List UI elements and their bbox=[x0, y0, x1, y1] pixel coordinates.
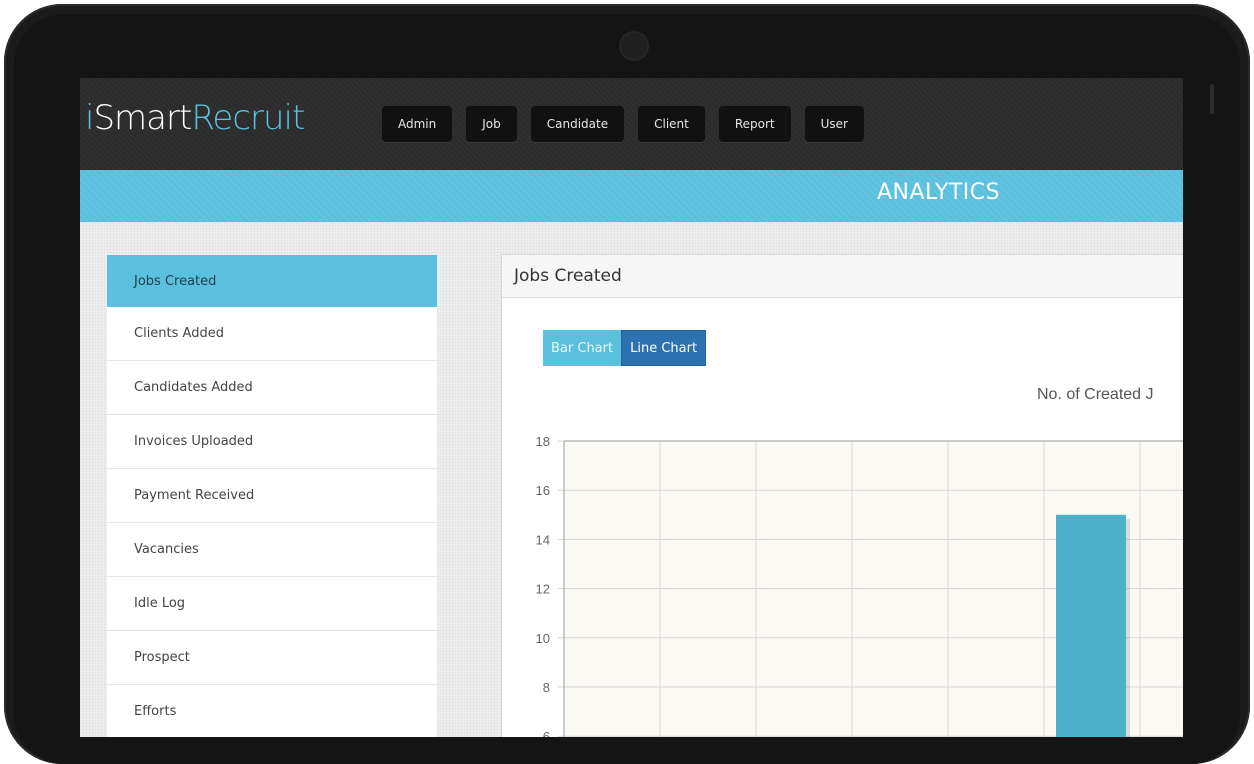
page-title: ANALYTICS bbox=[877, 180, 1001, 205]
logo-smart: Smart bbox=[93, 98, 192, 138]
sidebar-item-efforts[interactable]: Efforts bbox=[107, 685, 437, 737]
chart-type-toggle: Bar Chart Line Chart bbox=[543, 330, 707, 366]
sidebar-item-clients-added[interactable]: Clients Added bbox=[107, 307, 437, 361]
panel-title: Jobs Created bbox=[502, 255, 1183, 298]
y-tick-label: 10 bbox=[536, 631, 550, 646]
nav-report-button[interactable]: Report bbox=[718, 106, 791, 142]
nav-job-button[interactable]: Job bbox=[466, 106, 517, 142]
top-navbar: i Smart Recruit Admin Job Candidate Clie… bbox=[80, 78, 1183, 170]
app-screen: i Smart Recruit Admin Job Candidate Clie… bbox=[80, 78, 1183, 737]
jobs-bar-chart: 6 8 10 12 14 16 18 bbox=[536, 434, 1183, 737]
brand-logo[interactable]: i Smart Recruit bbox=[85, 98, 305, 138]
logo-i: i bbox=[85, 98, 95, 138]
sidebar-item-idle-log[interactable]: Idle Log bbox=[107, 577, 437, 631]
main-nav: Admin Job Candidate Client Report User bbox=[382, 106, 864, 142]
nav-admin-button[interactable]: Admin bbox=[382, 106, 453, 142]
bar-chart-button[interactable]: Bar Chart bbox=[543, 330, 622, 366]
chart-panel: Jobs Created Bar Chart Line Chart No. of… bbox=[501, 254, 1183, 737]
y-tick-label: 18 bbox=[536, 434, 550, 449]
sidebar-item-candidates-added[interactable]: Candidates Added bbox=[107, 361, 437, 415]
content-area: Jobs Created Clients Added Candidates Ad… bbox=[80, 222, 1183, 737]
y-tick-label: 16 bbox=[536, 483, 550, 498]
y-tick-label: 8 bbox=[543, 680, 550, 695]
tablet-side-button bbox=[1210, 84, 1214, 114]
report-sidebar: Jobs Created Clients Added Candidates Ad… bbox=[107, 255, 437, 737]
nav-client-button[interactable]: Client bbox=[638, 106, 705, 142]
nav-candidate-button[interactable]: Candidate bbox=[530, 106, 625, 142]
y-tick-label: 6 bbox=[543, 729, 550, 737]
sidebar-item-payment-received[interactable]: Payment Received bbox=[107, 469, 437, 523]
nav-user-button[interactable]: User bbox=[804, 106, 864, 142]
sidebar-item-vacancies[interactable]: Vacancies bbox=[107, 523, 437, 577]
chart-title: No. of Created J bbox=[1037, 386, 1154, 403]
logo-recruit: Recruit bbox=[191, 98, 305, 138]
camera-icon bbox=[621, 33, 647, 59]
y-tick-label: 12 bbox=[536, 582, 550, 597]
bar bbox=[1056, 514, 1126, 737]
sidebar-item-jobs-created[interactable]: Jobs Created bbox=[107, 255, 437, 307]
line-chart-button[interactable]: Line Chart bbox=[621, 330, 707, 366]
sidebar-item-invoices-uploaded[interactable]: Invoices Uploaded bbox=[107, 415, 437, 469]
y-tick-label: 14 bbox=[536, 532, 550, 547]
sidebar-item-prospect[interactable]: Prospect bbox=[107, 631, 437, 685]
page-banner: ANALYTICS bbox=[80, 170, 1183, 222]
